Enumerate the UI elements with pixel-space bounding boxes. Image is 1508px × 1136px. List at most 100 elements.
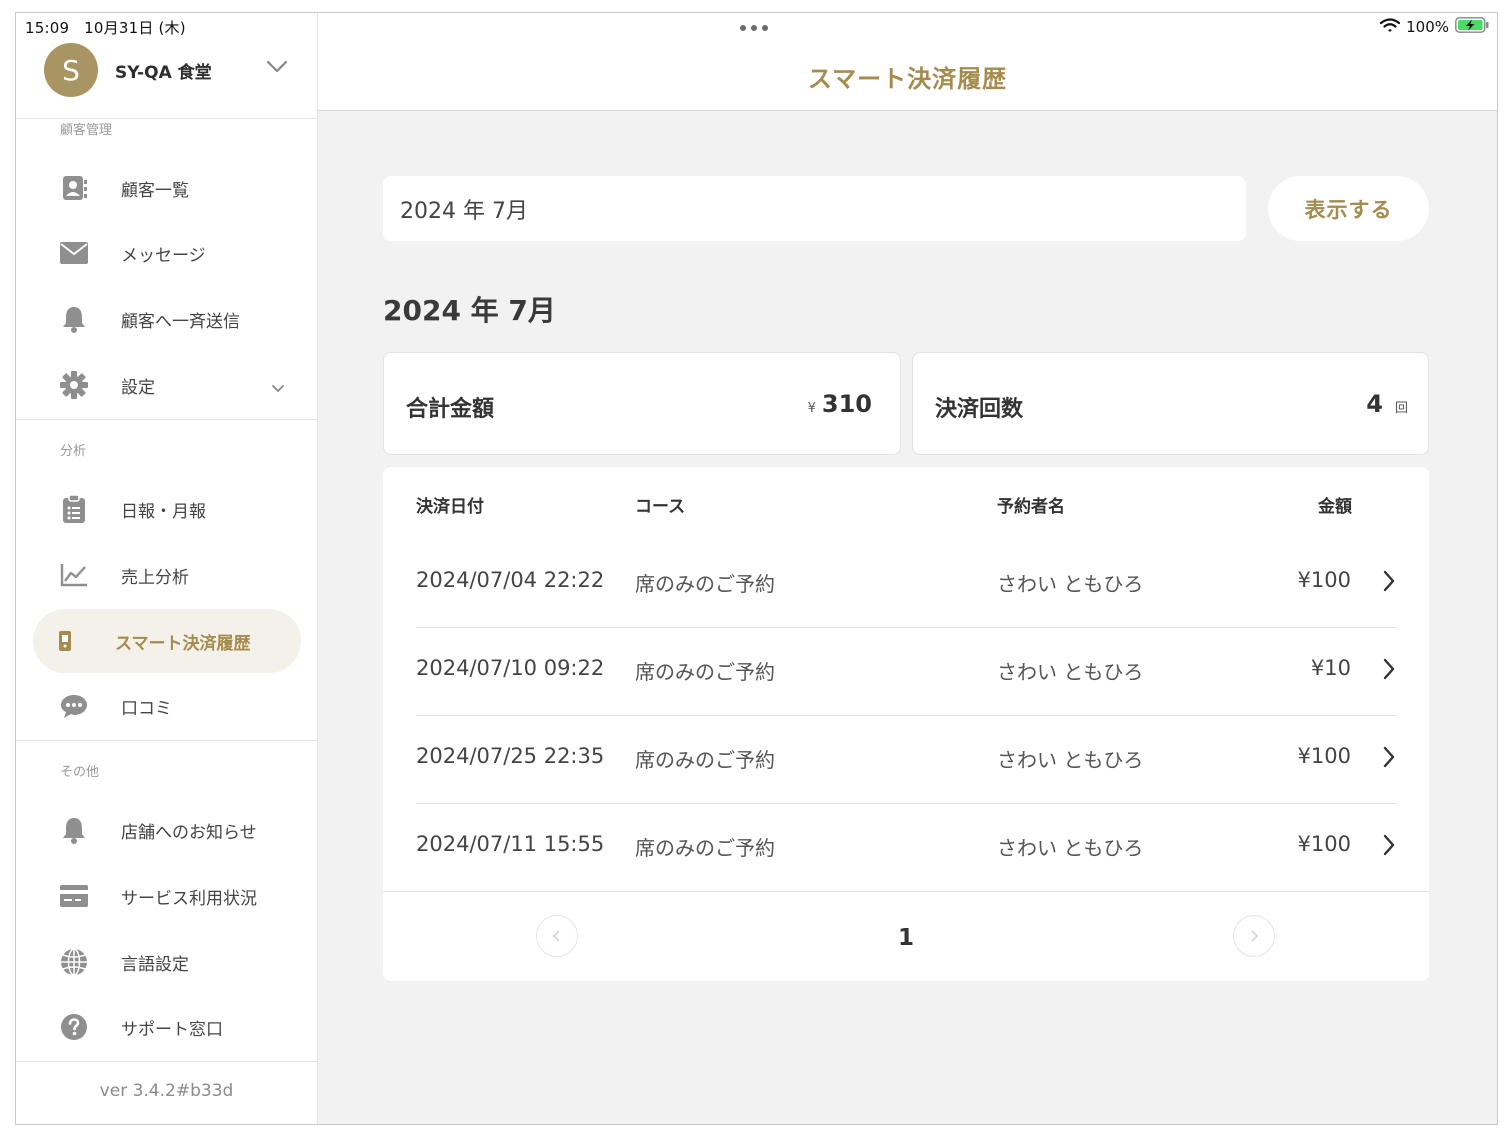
payment-amount: ¥100 bbox=[1297, 832, 1351, 856]
section-label-analysis: 分析 bbox=[60, 444, 87, 459]
payment-date: 2024/07/10 09:22 bbox=[416, 656, 605, 680]
total-amount-number: 310 bbox=[821, 390, 872, 418]
sidebar-item-store-notices[interactable]: 店舗へのお知らせ bbox=[33, 798, 301, 862]
reserver-name: さわい ともひろ bbox=[997, 572, 1144, 596]
sidebar-item-broadcast[interactable]: 顧客へ一斉送信 bbox=[33, 287, 301, 351]
payment-count-label: 決済回数 bbox=[935, 397, 1024, 422]
credit-card-icon bbox=[60, 882, 88, 910]
line-chart-icon bbox=[60, 561, 88, 589]
bell-icon bbox=[60, 816, 88, 844]
status-indicators: 100% bbox=[1380, 17, 1489, 37]
contact-book-icon bbox=[60, 174, 88, 202]
chevron-down-icon bbox=[271, 379, 285, 398]
course-name: 席のみのご予約 bbox=[635, 572, 775, 596]
store-switcher[interactable]: S SY-QA 食堂 bbox=[44, 43, 212, 97]
sidebar-item-settings[interactable]: 設定 bbox=[33, 353, 301, 417]
next-page-button[interactable] bbox=[1233, 915, 1275, 957]
sidebar-item-language[interactable]: 言語設定 bbox=[33, 930, 301, 994]
payment-amount: ¥10 bbox=[1310, 656, 1351, 680]
chevron-right-icon bbox=[1250, 927, 1258, 946]
sidebar-item-sales-analysis[interactable]: 売上分析 bbox=[33, 543, 301, 607]
question-circle-icon bbox=[60, 1013, 88, 1041]
payment-amount: ¥100 bbox=[1297, 568, 1351, 592]
sidebar-item-label: サポート窓口 bbox=[121, 1019, 223, 1040]
reserver-name: さわい ともひろ bbox=[997, 748, 1144, 772]
sidebar: 15:09 10月31日 (木) S SY-QA 食堂 顧客管理 顧客一覧 メッ… bbox=[16, 13, 318, 1124]
app-window: 15:09 10月31日 (木) S SY-QA 食堂 顧客管理 顧客一覧 メッ… bbox=[15, 12, 1498, 1125]
sidebar-item-daily-report[interactable]: 日報・月報 bbox=[33, 477, 301, 541]
course-name: 席のみのご予約 bbox=[635, 748, 775, 772]
divider bbox=[16, 1061, 317, 1062]
total-amount-label: 合計金額 bbox=[406, 397, 495, 422]
speech-bubble-icon bbox=[60, 692, 88, 720]
globe-icon bbox=[60, 948, 88, 976]
sidebar-item-label: スマート決済履歴 bbox=[115, 633, 251, 654]
show-button[interactable]: 表示する bbox=[1268, 176, 1429, 241]
sidebar-item-label: サービス利用状況 bbox=[121, 888, 257, 909]
month-heading: 2024 年 7月 bbox=[383, 294, 556, 327]
avatar: S bbox=[44, 43, 98, 97]
course-name: 席のみのご予約 bbox=[635, 836, 775, 860]
sidebar-item-label: 顧客一覧 bbox=[121, 180, 189, 201]
course-name: 席のみのご予約 bbox=[635, 660, 775, 684]
chevron-right-icon[interactable] bbox=[1382, 658, 1396, 684]
pagination-divider bbox=[383, 891, 1429, 892]
wifi-icon bbox=[1380, 17, 1401, 37]
chevron-right-icon[interactable] bbox=[1382, 746, 1396, 772]
currency-symbol: ¥ bbox=[807, 401, 816, 416]
chevron-right-icon[interactable] bbox=[1382, 834, 1396, 860]
sidebar-item-messages[interactable]: メッセージ bbox=[33, 221, 301, 285]
total-amount-value: ¥ 310 bbox=[808, 390, 872, 418]
store-name: SY-QA 食堂 bbox=[115, 62, 212, 83]
sidebar-item-smart-payment-history[interactable]: スマート決済履歴 bbox=[33, 609, 301, 673]
payment-date: 2024/07/04 22:22 bbox=[416, 568, 605, 592]
clipboard-icon bbox=[60, 495, 88, 523]
month-picker-input[interactable]: 2024 年 7月 bbox=[383, 176, 1246, 241]
sidebar-item-customer-list[interactable]: 顧客一覧 bbox=[33, 156, 301, 220]
payment-history-table: 決済日付 コース 予約者名 金額 2024/07/04 22:22 席のみのご予… bbox=[383, 467, 1429, 981]
table-row[interactable]: 2024/07/10 09:22 席のみのご予約 さわい ともひろ ¥10 bbox=[416, 628, 1396, 716]
payment-amount: ¥100 bbox=[1297, 744, 1351, 768]
chevron-right-icon[interactable] bbox=[1382, 570, 1396, 596]
payment-count-card: 決済回数 4 回 bbox=[912, 352, 1429, 455]
sidebar-item-label: 設定 bbox=[121, 377, 155, 398]
table-row[interactable]: 2024/07/04 22:22 席のみのご予約 さわい ともひろ ¥100 bbox=[416, 540, 1396, 628]
sidebar-item-label: 顧客へ一斉送信 bbox=[121, 311, 240, 332]
divider bbox=[16, 740, 317, 741]
header: スマート決済履歴 100% bbox=[318, 13, 1497, 111]
multitasking-dots-icon[interactable] bbox=[740, 25, 768, 31]
chevron-down-icon[interactable] bbox=[266, 59, 288, 78]
gear-icon bbox=[60, 371, 88, 399]
battery-percent: 100% bbox=[1406, 18, 1449, 36]
table-row[interactable]: 2024/07/25 22:35 席のみのご予約 さわい ともひろ ¥100 bbox=[416, 716, 1396, 804]
total-amount-card: 合計金額 ¥ 310 bbox=[383, 352, 901, 455]
reserver-name: さわい ともひろ bbox=[997, 660, 1144, 684]
column-header-date: 決済日付 bbox=[416, 497, 484, 517]
sidebar-item-service-usage[interactable]: サービス利用状況 bbox=[33, 864, 301, 928]
count-unit: 回 bbox=[1394, 401, 1408, 416]
sidebar-item-reviews[interactable]: 口コミ bbox=[33, 674, 301, 738]
battery-charging-icon bbox=[1455, 17, 1489, 37]
page-title: スマート決済履歴 bbox=[807, 65, 1008, 93]
smartphone-payment-icon bbox=[51, 627, 79, 655]
envelope-icon bbox=[60, 239, 88, 267]
app-version: ver 3.4.2#b33d bbox=[99, 1081, 234, 1101]
sidebar-item-label: 売上分析 bbox=[121, 567, 189, 588]
bell-icon bbox=[60, 305, 88, 333]
column-header-amount: 金額 bbox=[1318, 497, 1352, 517]
sidebar-item-support[interactable]: サポート窓口 bbox=[33, 995, 301, 1059]
status-time: 15:09 10月31日 (木) bbox=[25, 19, 186, 37]
sidebar-item-label: 口コミ bbox=[121, 698, 172, 719]
payment-count-value: 4 回 bbox=[1366, 390, 1408, 418]
section-label-other: その他 bbox=[60, 765, 100, 780]
payment-date: 2024/07/11 15:55 bbox=[416, 832, 605, 856]
column-header-course: コース bbox=[635, 497, 686, 517]
payment-date: 2024/07/25 22:35 bbox=[416, 744, 605, 768]
divider bbox=[16, 419, 317, 420]
sidebar-item-label: 日報・月報 bbox=[121, 501, 206, 522]
column-header-name: 予約者名 bbox=[997, 497, 1065, 517]
payment-count-number: 4 bbox=[1366, 390, 1383, 418]
reserver-name: さわい ともひろ bbox=[997, 836, 1144, 860]
table-row[interactable]: 2024/07/11 15:55 席のみのご予約 さわい ともひろ ¥100 bbox=[416, 804, 1396, 892]
sidebar-item-label: メッセージ bbox=[121, 245, 206, 266]
